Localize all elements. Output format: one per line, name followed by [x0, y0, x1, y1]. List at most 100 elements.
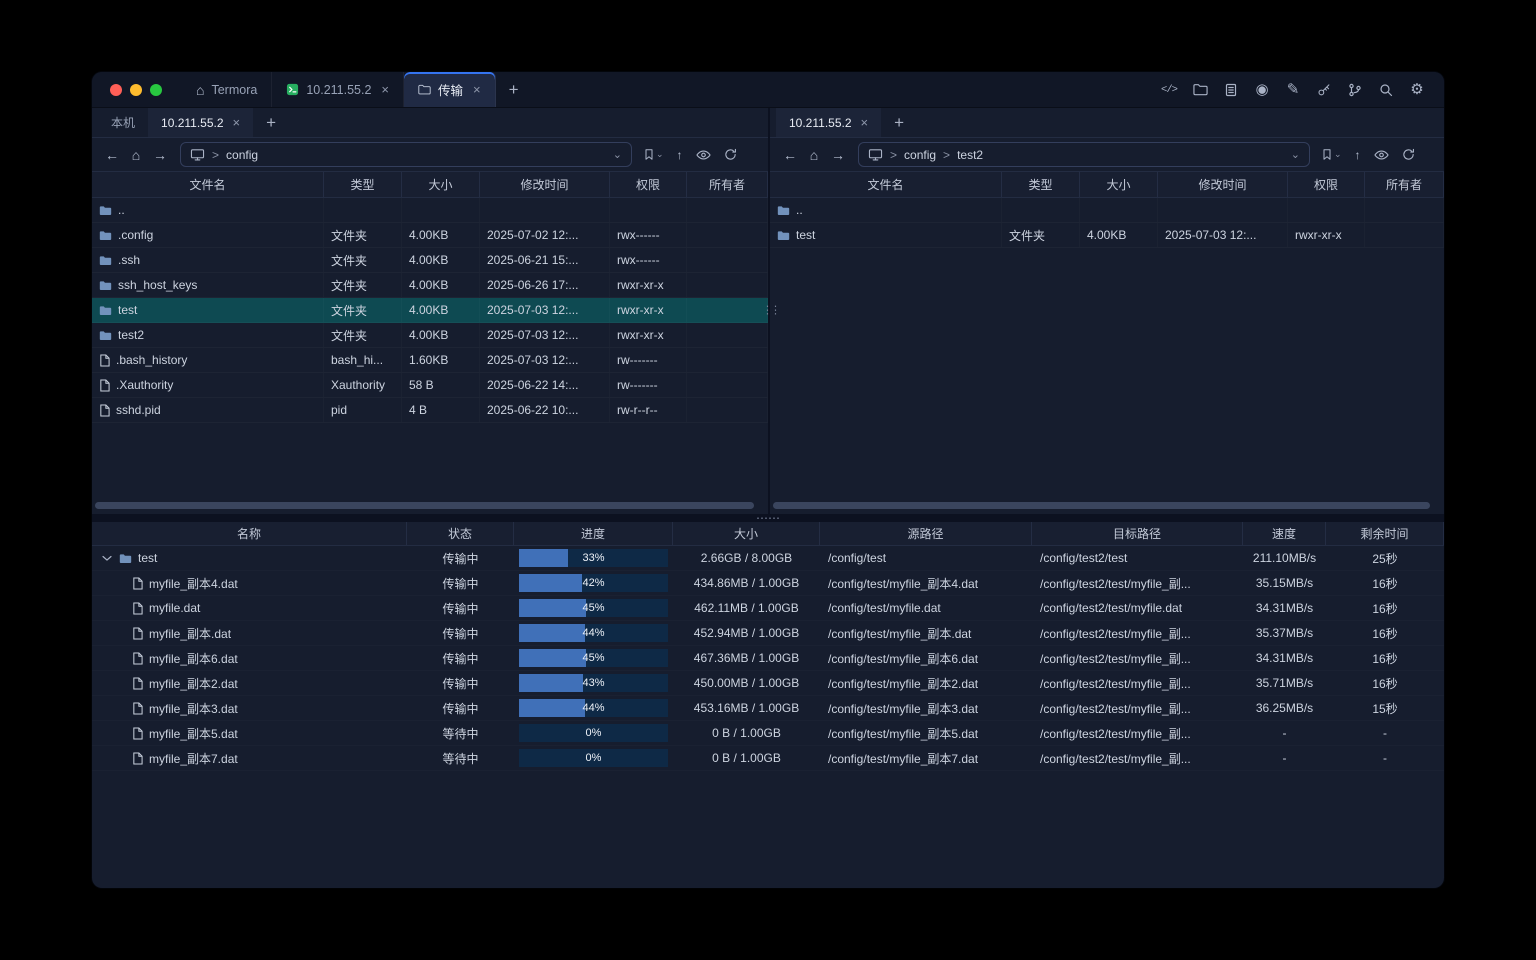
file-row[interactable]: .bash_history bash_hi... 1.60KB 2025-07-…: [92, 348, 768, 373]
record-icon[interactable]: ◉: [1251, 79, 1273, 101]
file-perm: rwxr-xr-x: [610, 273, 687, 297]
column-header-name[interactable]: 文件名: [770, 172, 1002, 197]
app-tab-transfer[interactable]: 传输 ×: [404, 72, 496, 107]
refresh-button[interactable]: [1399, 143, 1418, 167]
transfer-row[interactable]: myfile_副本2.dat 传输中 43% 450.00MB / 1.00GB…: [92, 671, 1444, 696]
breadcrumb-segment[interactable]: config: [904, 148, 936, 162]
transfer-row[interactable]: test 传输中 33% 2.66GB / 8.00GB /config/tes…: [92, 546, 1444, 571]
upload-button[interactable]: ↑: [674, 143, 686, 167]
file-row[interactable]: sshd.pid pid 4 B 2025-06-22 10:... rw-r-…: [92, 398, 768, 423]
code-icon[interactable]: </>: [1158, 79, 1180, 101]
column-header-mtime[interactable]: 修改时间: [480, 172, 610, 197]
upload-button[interactable]: ↑: [1352, 143, 1364, 167]
new-tab-button[interactable]: +: [496, 72, 532, 107]
edit-icon[interactable]: ✎: [1282, 79, 1304, 101]
settings-icon[interactable]: ⚙: [1406, 79, 1428, 101]
back-button[interactable]: ←: [778, 143, 802, 167]
file-row[interactable]: ..: [92, 198, 768, 223]
show-hidden-button[interactable]: [693, 143, 714, 167]
show-hidden-button[interactable]: [1371, 143, 1392, 167]
log-icon[interactable]: [1220, 79, 1242, 101]
file-row[interactable]: test 文件夹 4.00KB 2025-07-03 12:... rwxr-x…: [770, 223, 1444, 248]
column-header-owner[interactable]: 所有者: [1365, 172, 1444, 197]
transfer-size: 0 B / 1.00GB: [673, 721, 820, 745]
breadcrumb-segment[interactable]: test2: [957, 148, 983, 162]
folder-icon[interactable]: [1189, 79, 1211, 101]
file-row[interactable]: ssh_host_keys 文件夹 4.00KB 2025-06-26 17:.…: [92, 273, 768, 298]
bookmark-button[interactable]: ⌄: [640, 143, 667, 167]
bookmark-button[interactable]: ⌄: [1318, 143, 1345, 167]
file-icon: [132, 652, 143, 665]
key-icon[interactable]: [1313, 79, 1335, 101]
column-header-source[interactable]: 源路径: [820, 522, 1032, 545]
column-header-type[interactable]: 类型: [324, 172, 402, 197]
folder-icon: [99, 305, 112, 316]
file-row-selected[interactable]: test 文件夹 4.00KB 2025-07-03 12:... rwxr-x…: [92, 298, 768, 323]
column-header-status[interactable]: 状态: [407, 522, 514, 545]
pane-tab-local[interactable]: 本机: [98, 108, 148, 137]
file-row[interactable]: .ssh 文件夹 4.00KB 2025-06-21 15:... rwx---…: [92, 248, 768, 273]
tree-expand-chevron-icon[interactable]: [100, 555, 113, 562]
progress-bar: 33%: [519, 549, 668, 567]
transfer-eta: 16秒: [1326, 621, 1444, 645]
column-header-mtime[interactable]: 修改时间: [1158, 172, 1288, 197]
column-header-size[interactable]: 大小: [1080, 172, 1158, 197]
close-tab-icon[interactable]: ×: [861, 116, 869, 129]
close-tab-icon[interactable]: ×: [473, 83, 481, 96]
search-icon[interactable]: [1375, 79, 1397, 101]
branch-icon[interactable]: [1344, 79, 1366, 101]
file-icon: [99, 404, 110, 417]
column-header-perm[interactable]: 权限: [610, 172, 687, 197]
transfer-row[interactable]: myfile_副本7.dat 等待中 0% 0 B / 1.00GB /conf…: [92, 746, 1444, 771]
zoom-window-button[interactable]: [150, 84, 162, 96]
computer-icon: [190, 148, 205, 161]
chevron-down-icon[interactable]: ⌄: [1291, 148, 1300, 161]
horizontal-scrollbar[interactable]: [95, 502, 754, 509]
column-header-name[interactable]: 文件名: [92, 172, 324, 197]
column-header-eta[interactable]: 剩余时间: [1326, 522, 1444, 545]
right-pane-tab-bar: 10.211.55.2 × +: [770, 108, 1444, 138]
file-row[interactable]: test2 文件夹 4.00KB 2025-07-03 12:... rwxr-…: [92, 323, 768, 348]
path-breadcrumb[interactable]: > config ⌄: [180, 142, 632, 167]
file-row[interactable]: .config 文件夹 4.00KB 2025-07-02 12:... rwx…: [92, 223, 768, 248]
forward-button[interactable]: →: [826, 143, 850, 167]
path-breadcrumb[interactable]: > config > test2 ⌄: [858, 142, 1310, 167]
horizontal-scrollbar[interactable]: [773, 502, 1430, 509]
new-pane-tab-button[interactable]: +: [881, 108, 917, 137]
file-row[interactable]: .Xauthority Xauthority 58 B 2025-06-22 1…: [92, 373, 768, 398]
column-header-name[interactable]: 名称: [92, 522, 407, 545]
close-tab-icon[interactable]: ×: [381, 83, 389, 96]
column-header-progress[interactable]: 进度: [514, 522, 673, 545]
app-tab-termora[interactable]: ⌂ Termora: [182, 72, 272, 107]
home-button[interactable]: ⌂: [124, 143, 148, 167]
horizontal-splitter[interactable]: ⋯⋯: [92, 514, 1444, 522]
transfer-row[interactable]: myfile_副本.dat 传输中 44% 452.94MB / 1.00GB …: [92, 621, 1444, 646]
column-header-target[interactable]: 目标路径: [1032, 522, 1243, 545]
home-button[interactable]: ⌂: [802, 143, 826, 167]
new-pane-tab-button[interactable]: +: [253, 108, 289, 137]
file-owner: [687, 323, 768, 347]
transfer-row[interactable]: myfile_副本4.dat 传输中 42% 434.86MB / 1.00GB…: [92, 571, 1444, 596]
back-button[interactable]: ←: [100, 143, 124, 167]
column-header-perm[interactable]: 权限: [1288, 172, 1365, 197]
breadcrumb-segment[interactable]: config: [226, 148, 258, 162]
app-tab-session[interactable]: 10.211.55.2 ×: [272, 72, 404, 107]
column-header-owner[interactable]: 所有者: [687, 172, 768, 197]
close-window-button[interactable]: [110, 84, 122, 96]
transfer-row[interactable]: myfile_副本3.dat 传输中 44% 453.16MB / 1.00GB…: [92, 696, 1444, 721]
minimize-window-button[interactable]: [130, 84, 142, 96]
forward-button[interactable]: →: [148, 143, 172, 167]
column-header-size[interactable]: 大小: [402, 172, 480, 197]
transfer-row[interactable]: myfile_副本6.dat 传输中 45% 467.36MB / 1.00GB…: [92, 646, 1444, 671]
transfer-row[interactable]: myfile_副本5.dat 等待中 0% 0 B / 1.00GB /conf…: [92, 721, 1444, 746]
refresh-button[interactable]: [721, 143, 740, 167]
close-tab-icon[interactable]: ×: [233, 116, 241, 129]
pane-tab-remote[interactable]: 10.211.55.2 ×: [148, 108, 253, 137]
transfer-row[interactable]: myfile.dat 传输中 45% 462.11MB / 1.00GB /co…: [92, 596, 1444, 621]
file-row[interactable]: ..: [770, 198, 1444, 223]
chevron-down-icon[interactable]: ⌄: [613, 148, 622, 161]
column-header-size[interactable]: 大小: [673, 522, 820, 545]
column-header-type[interactable]: 类型: [1002, 172, 1080, 197]
column-header-speed[interactable]: 速度: [1243, 522, 1326, 545]
pane-tab-remote[interactable]: 10.211.55.2 ×: [776, 108, 881, 137]
